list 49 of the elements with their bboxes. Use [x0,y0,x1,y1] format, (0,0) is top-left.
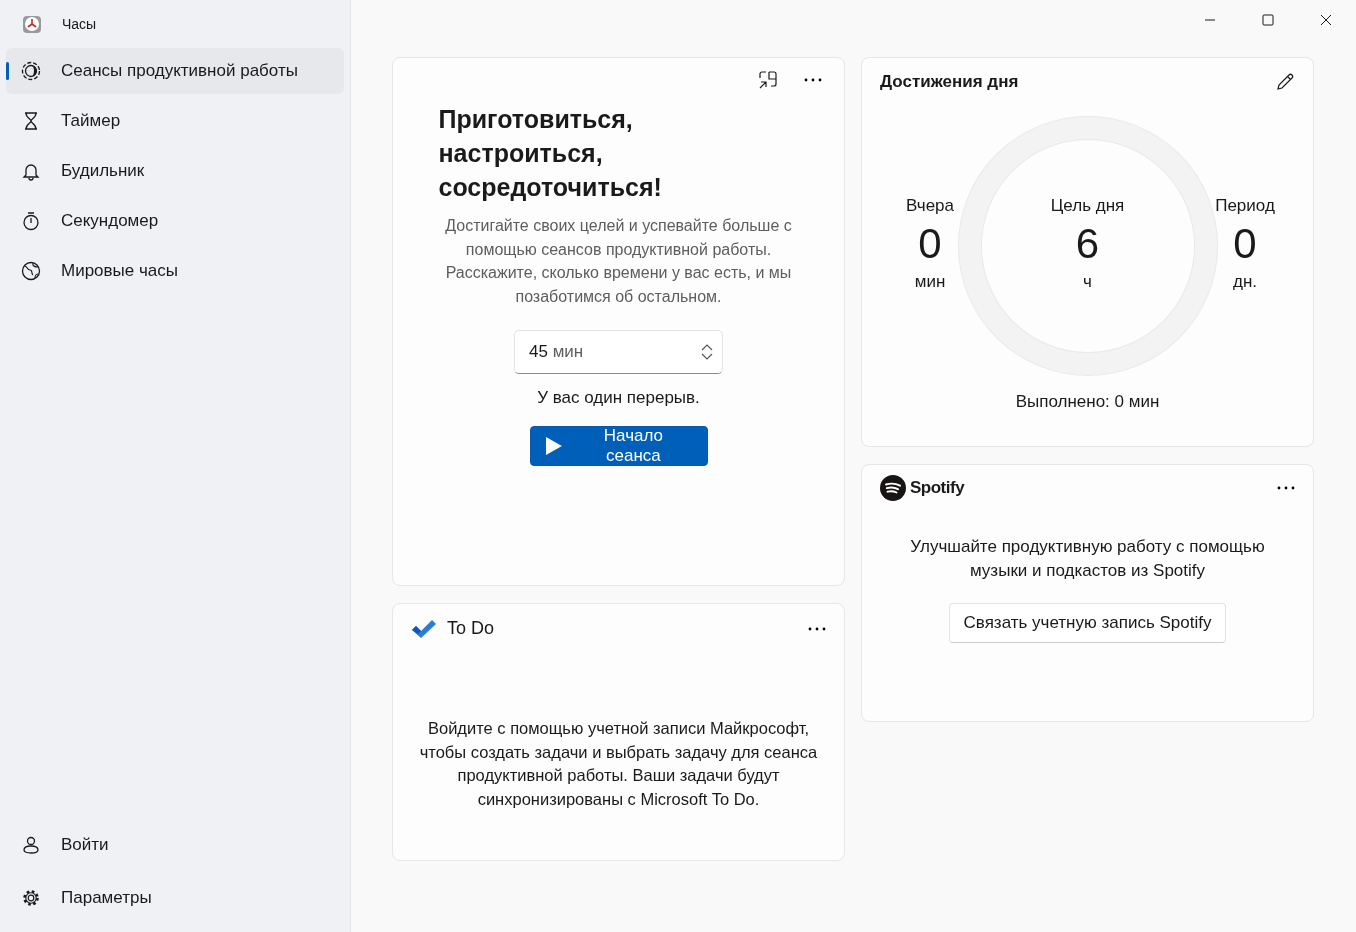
more-icon[interactable] [1277,486,1295,490]
clock-app-icon [22,14,42,34]
maximize-icon[interactable] [1262,14,1274,26]
stat-unit: ч [1083,272,1092,292]
globe-icon [21,261,41,281]
bell-icon [21,161,41,181]
break-info: У вас один перерыв. [537,388,700,408]
compact-view-icon[interactable] [758,70,778,90]
start-session-button[interactable]: Начало сеанса [529,426,708,466]
focus-description: Достигайте своих целей и успевайте больше с помощью сеансов продуктивной работы. Расскажите, сколько времени у вас есть, и мы позаботимся об остальном. [444,216,793,307]
daily-progress-title: Достижения дня [880,72,1019,92]
duration-unit: мин [552,342,585,362]
focus-icon [21,61,41,81]
stat-label: Вчера [906,196,954,216]
link-spotify-button[interactable]: Связать учетную запись Spotify [948,603,1227,643]
completed-text: Выполнено: 0 мин [1014,392,1161,412]
stat-unit: дн. [1233,272,1257,292]
pencil-icon[interactable] [1275,72,1295,92]
stat-value: 0 [1233,219,1257,269]
stat-label: Цель дня [1050,196,1125,216]
todo-message: Войдите с помощью учетной записи Майкрософт, чтобы создать задачи и выбрать задачу для сеанса продуктивной работы. Ваши задачи будут синхронизированы с Microsoft To Do. [418,718,819,810]
close-icon[interactable] [1320,14,1332,26]
play-icon [544,436,563,456]
nav-item[interactable]: Мировые часы [6,248,344,294]
todo-title: To Do [447,618,495,639]
stat-unit: мин [914,272,946,292]
nav-item[interactable]: Таймер [6,98,344,144]
stat-label: Период [1215,196,1275,216]
settings-icon [21,887,41,908]
nav-item[interactable]: Параметры [6,871,344,924]
app-title: Часы [62,16,97,32]
minimize-icon[interactable] [1204,19,1216,21]
nav-item[interactable]: Войти [6,818,344,871]
checkmark-icon [411,618,437,639]
nav-item[interactable]: Будильник [6,148,344,194]
nav-item[interactable]: Секундомер [6,198,344,244]
focus-heading: Приготовиться, настроиться, сосредоточиться! [438,104,663,203]
more-icon[interactable] [804,78,822,82]
stat-value: 0 [918,219,942,269]
more-icon[interactable] [808,626,826,631]
stopwatch-icon [21,211,41,231]
nav-item[interactable]: Сеансы продуктивной работы [6,48,344,94]
duration-spinner[interactable]: 45 мин [514,330,723,374]
spotify-wordmark: Spotify [910,478,965,498]
person-icon [21,834,41,855]
spotify-message: Улучшайте продуктивную работу с помощью музыки и подкастов из Spotify [909,536,1266,582]
spotify-logo-icon [880,475,906,501]
up-down-chevron-icon[interactable] [701,343,713,361]
stat-value: 6 [1075,219,1100,269]
